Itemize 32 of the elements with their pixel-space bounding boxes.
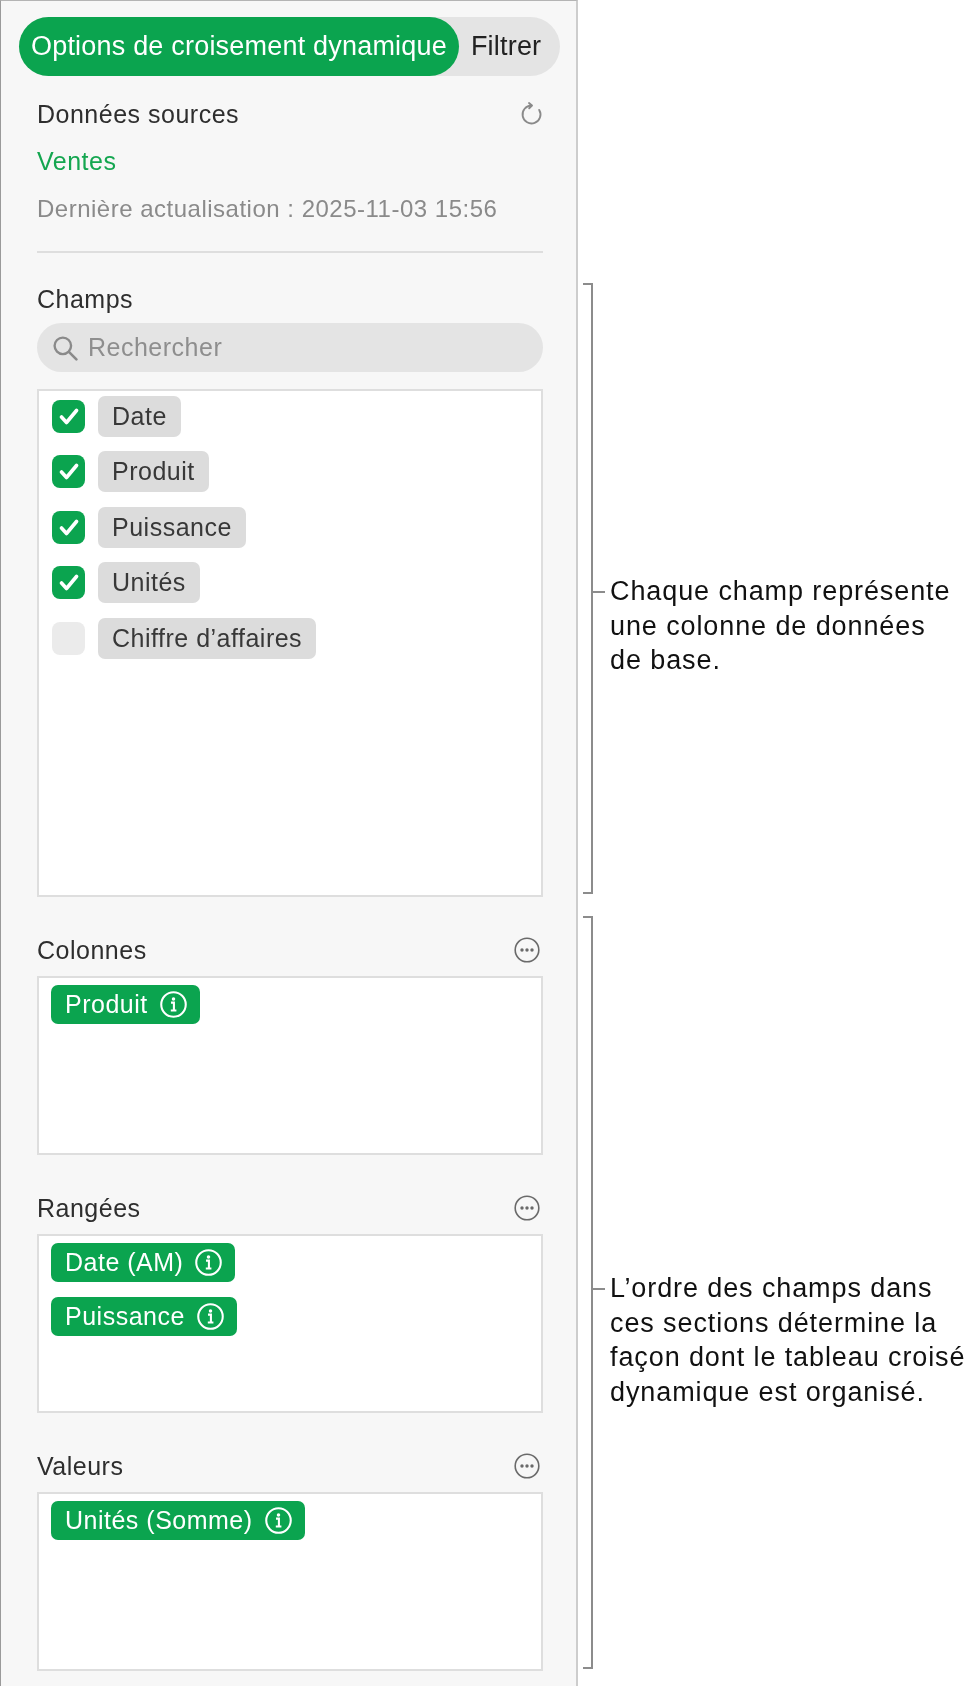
section-title: Colonnes bbox=[37, 935, 147, 965]
search-field[interactable]: Rechercher bbox=[37, 323, 543, 372]
section-title: Rangées bbox=[37, 1193, 141, 1223]
search-icon bbox=[52, 335, 78, 361]
checkmark-icon bbox=[58, 463, 79, 481]
callout-text: Chaque champ représente une colonne de données de base. bbox=[610, 575, 952, 678]
info-icon[interactable] bbox=[195, 1249, 223, 1276]
field-tag[interactable]: Unités bbox=[98, 562, 200, 604]
checkmark-icon bbox=[58, 574, 79, 592]
info-icon[interactable] bbox=[196, 1303, 224, 1330]
field-tag[interactable]: Date bbox=[98, 396, 181, 437]
field-tag[interactable]: Chiffre d’affaires bbox=[98, 617, 317, 659]
ellipsis-icon[interactable] bbox=[514, 1195, 540, 1221]
section-title: Champs bbox=[37, 284, 134, 314]
info-icon[interactable] bbox=[159, 991, 187, 1018]
ellipsis-icon[interactable] bbox=[514, 937, 540, 963]
refresh-icon[interactable] bbox=[519, 101, 544, 127]
field-tag[interactable]: Produit bbox=[98, 451, 209, 493]
checkbox[interactable] bbox=[52, 566, 85, 600]
ellipsis-icon[interactable] bbox=[514, 1453, 540, 1479]
field-tag[interactable]: Puissance bbox=[98, 506, 246, 548]
checkmark-icon bbox=[58, 518, 79, 536]
last-refresh-text: Dernière actualisation : 2025-11-03 15:56 bbox=[37, 194, 498, 224]
section-title: Valeurs bbox=[37, 1451, 124, 1481]
info-icon[interactable] bbox=[264, 1507, 292, 1534]
section-title: Données sources bbox=[37, 99, 240, 129]
checkmark-icon bbox=[58, 408, 79, 425]
checkbox[interactable] bbox=[52, 510, 85, 544]
callout-text: L’ordre des champs dans ces sections détermine la façon dont le tableau croisé dynamique est organisé. bbox=[610, 1272, 967, 1409]
checkbox[interactable] bbox=[52, 455, 85, 489]
checkbox[interactable] bbox=[52, 400, 85, 433]
tab[interactable]: Filtrer bbox=[458, 17, 554, 76]
